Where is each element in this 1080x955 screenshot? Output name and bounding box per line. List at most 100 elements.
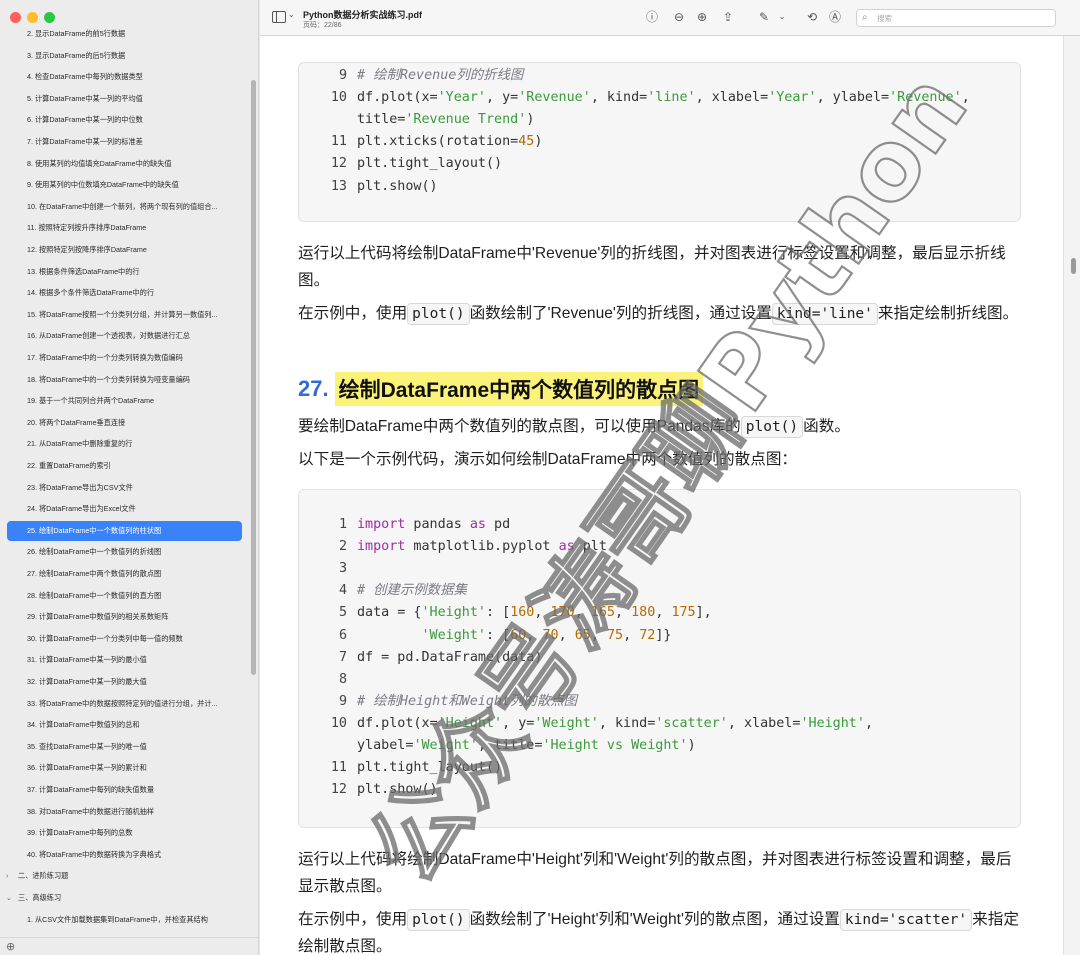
sidebar-item[interactable]: 19. 基于一个共同列合并两个DataFrame: [20, 391, 242, 411]
line-number: 12: [330, 782, 347, 798]
sidebar-item[interactable]: 39. 计算DataFrame中每列的总数: [20, 823, 242, 843]
code-line: 7 df = pd.DataFrame(data): [299, 647, 1020, 669]
sidebar-scrollbar[interactable]: [251, 80, 256, 675]
sidebar-item[interactable]: 17. 将DataFrame中的一个分类列转换为数值编码: [20, 348, 242, 368]
heading-number: 27.: [298, 376, 329, 401]
main-scrollbar[interactable]: [1063, 36, 1080, 955]
code-line: 10 df.plot(x='Year', y='Revenue', kind='l…: [299, 87, 1020, 109]
paragraph-scatter-intro: 要绘制DataFrame中两个数值列的散点图，可以使用Pandas库的 plot(…: [298, 413, 1023, 440]
code-line: 9 # 绘制Revenue列的折线图: [299, 65, 1020, 87]
sidebar-item[interactable]: 9. 使用某列的中位数填充DataFrame中的缺失值: [20, 175, 242, 195]
paragraph-scatter-explanation: 在示例中，使用 plot() 函数绘制了'Height'列和'Weight'列的散点…: [298, 909, 1019, 955]
line-number: 10: [330, 90, 347, 106]
sidebar-item[interactable]: 38. 对DataFrame中的数据进行随机抽样: [20, 802, 242, 822]
code-line: 11 plt.xticks(rotation=45): [299, 131, 1020, 153]
heading-text: 绘制DataFrame中两个数值列的散点图: [334, 372, 704, 406]
add-icon[interactable]: ⊕: [6, 940, 15, 953]
paragraph-line-explanation: 在示例中，使用 plot() 函数绘制了'Revenue'列的折线图，通过设置 kin…: [298, 300, 1023, 327]
sidebar-item[interactable]: 37. 计算DataFrame中每列的缺失值数量: [20, 780, 242, 800]
toolbar: ⌄ Python数据分析实战练习.pdf 页码：22/86 ⓘ ⊖ ⊕ ⇪ ✎ …: [260, 0, 1080, 36]
code-line: 13 plt.show(): [299, 176, 1020, 198]
line-number: 2: [338, 539, 347, 555]
chevron-right-icon[interactable]: ›: [6, 867, 18, 887]
line-number: 9: [338, 68, 347, 83]
line-number: 12: [330, 156, 347, 172]
chevron-down-icon[interactable]: ⌄: [774, 9, 790, 25]
sidebar-item[interactable]: 25. 绘制DataFrame中一个数值列的柱状图: [7, 520, 242, 541]
minimize-window-button[interactable]: [27, 12, 38, 23]
sidebar-item[interactable]: 30. 计算DataFrame中一个分类列中每一值的频数: [20, 629, 242, 649]
sidebar-item[interactable]: 12. 按照特定列按降序排序DataFrame: [20, 240, 242, 260]
code-line: 8: [299, 669, 1020, 691]
inline-code: plot(): [740, 416, 804, 438]
sidebar-item[interactable]: 22. 重置DataFrame的索引: [20, 456, 242, 476]
sidebar-item[interactable]: 1. 从CSV文件加载数据集到DataFrame中，并检查其结构: [20, 910, 242, 930]
sidebar-item[interactable]: 8. 使用某列的均值填充DataFrame中的缺失值: [20, 154, 242, 174]
info-icon[interactable]: ⓘ: [644, 9, 660, 25]
zoom-window-button[interactable]: [44, 12, 55, 23]
zoom-out-icon[interactable]: ⊖: [671, 9, 687, 25]
code-line: 5 data = {'Height': [160, 170, 165, 180, …: [299, 602, 1020, 624]
sidebar-item[interactable]: 4. 检查DataFrame中每列的数据类型: [20, 67, 242, 87]
window-controls: [10, 12, 55, 23]
sidebar-item[interactable]: 21. 从DataFrame中删除重复的行: [20, 434, 242, 454]
code-line: 11 plt.tight_layout(): [299, 757, 1020, 779]
sidebar-item[interactable]: 26. 绘制DataFrame中一个数值列的折线图: [20, 542, 242, 562]
paragraph-scatter-result: 运行以上代码将绘制DataFrame中'Height'列和'Weight'列的散…: [298, 851, 1012, 895]
sidebar-item[interactable]: 13. 根据条件筛选DataFrame中的行: [20, 262, 242, 282]
sidebar-item[interactable]: 32. 计算DataFrame中某一列的最大值: [20, 672, 242, 692]
sidebar-item[interactable]: 23. 将DataFrame导出为CSV文件: [20, 478, 242, 498]
sidebar-item[interactable]: 18. 将DataFrame中的一个分类列转换为哑变量编码: [20, 370, 242, 390]
sidebar-toggle-icon[interactable]: [272, 11, 286, 23]
close-window-button[interactable]: [10, 12, 21, 23]
code-block-scatter: 1 import pandas as pd 2 import matplotlib.p…: [298, 489, 1021, 828]
chevron-down-icon[interactable]: ⌄: [6, 889, 18, 909]
sidebar-item[interactable]: 5. 计算DataFrame中某一列的平均值: [20, 89, 242, 109]
sidebar-item[interactable]: 34. 计算DataFrame中数值列的总和: [20, 715, 242, 735]
markup-pen-icon[interactable]: ✎: [756, 9, 772, 25]
sidebar-item[interactable]: 40. 将DataFrame中的数据转换为字典格式: [20, 845, 242, 865]
sidebar-item[interactable]: 29. 计算DataFrame中数值列的相关系数矩阵: [20, 607, 242, 627]
sidebar-item[interactable]: 33. 将DataFrame中的数据按照特定列的值进行分组，并计...: [20, 694, 242, 714]
code-line: 12 plt.show(): [299, 779, 1020, 801]
sidebar-item[interactable]: 36. 计算DataFrame中某一列的累计和: [20, 758, 242, 778]
main-scrollbar-thumb[interactable]: [1071, 258, 1076, 274]
line-number: 11: [330, 760, 347, 776]
sidebar-item[interactable]: 3. 显示DataFrame的后5行数据: [20, 46, 242, 66]
sidebar-item[interactable]: 11. 按照特定列按升序排序DataFrame: [20, 218, 242, 238]
paragraph-scatter-example: 以下是一个示例代码，演示如何绘制DataFrame中两个数值列的散点图：: [298, 451, 798, 468]
sidebar-item[interactable]: 10. 在DataFrame中创建一个新列，将两个现有列的值组合...: [20, 197, 242, 217]
sidebar-item[interactable]: 7. 计算DataFrame中某一列的标准差: [20, 132, 242, 152]
sidebar-item[interactable]: 14. 根据多个条件筛选DataFrame中的行: [20, 283, 242, 303]
chevron-down-icon[interactable]: ⌄: [288, 10, 295, 19]
line-number: 13: [330, 178, 347, 194]
code-line: 1 import pandas as pd: [299, 514, 1020, 536]
sidebar: 2. 显示DataFrame的前5行数据 3. 显示DataFrame的后5行数据…: [0, 0, 259, 955]
code-line: 3: [299, 558, 1020, 580]
zoom-in-icon[interactable]: ⊕: [694, 9, 710, 25]
search-field[interactable]: ⌕: [856, 9, 1056, 27]
share-icon[interactable]: ⇪: [720, 9, 736, 25]
inline-code: plot(): [407, 303, 470, 325]
code-line: title='Revenue Trend'): [357, 112, 535, 128]
sidebar-item[interactable]: 15. 将DataFrame按照一个分类列分组，并计算另一数值列...: [20, 305, 242, 325]
code-line: 2 import matplotlib.pyplot as plt: [299, 536, 1020, 558]
sidebar-item[interactable]: 6. 计算DataFrame中某一列的中位数: [20, 110, 242, 130]
inline-code: kind='line': [771, 303, 878, 325]
sidebar-item[interactable]: 20. 将两个DataFrame垂直连接: [20, 413, 242, 433]
accessibility-icon[interactable]: Ⓐ: [827, 9, 843, 25]
sidebar-item[interactable]: 35. 查找DataFrame中某一列的唯一值: [20, 737, 242, 757]
search-icon: ⌕: [862, 12, 868, 23]
sidebar-section-expert[interactable]: ⌄ 三、高级练习: [6, 888, 236, 908]
search-input[interactable]: [877, 12, 1047, 24]
sidebar-item[interactable]: 31. 计算DataFrame中某一列的最小值: [20, 650, 242, 670]
sidebar-item[interactable]: 27. 绘制DataFrame中两个数值列的散点图: [20, 564, 242, 584]
sidebar-item[interactable]: 2. 显示DataFrame的前5行数据: [20, 24, 242, 44]
sidebar-item[interactable]: 28. 绘制DataFrame中一个数值列的直方图: [20, 586, 242, 606]
rotate-icon[interactable]: ⟲: [804, 9, 820, 25]
sidebar-item[interactable]: 24. 将DataFrame导出为Excel文件: [20, 499, 242, 519]
sidebar-section-advanced[interactable]: › 二、进阶练习题: [6, 866, 236, 886]
line-number: 6: [338, 627, 347, 643]
page-indicator: 页码：22/86: [303, 22, 342, 29]
sidebar-item[interactable]: 16. 从DataFrame创建一个透视表，对数据进行汇总: [20, 326, 242, 346]
